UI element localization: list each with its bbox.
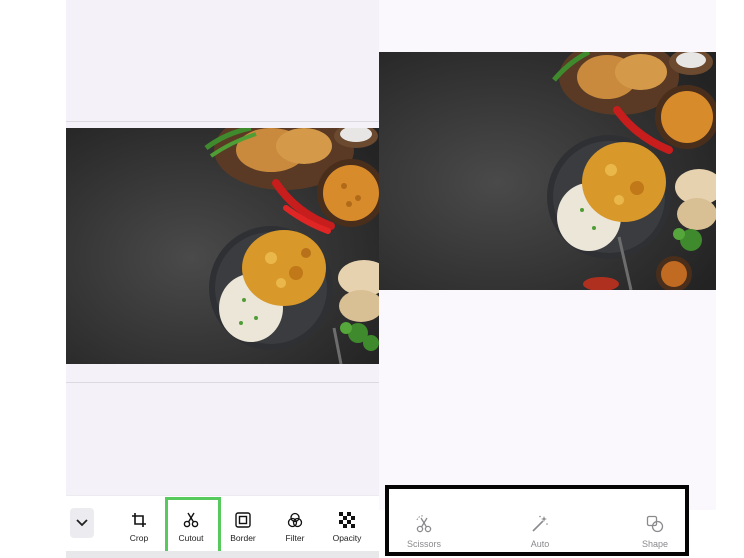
left-editor-screen: Crop Cutout Border Filter Opacity: [66, 0, 379, 553]
canvas-top-area: [66, 0, 379, 121]
shape-icon: [646, 515, 664, 533]
chevron-down-icon: [76, 514, 88, 532]
tool-auto[interactable]: Auto: [500, 489, 580, 552]
opacity-icon: [338, 511, 356, 529]
filter-icon: [286, 511, 304, 529]
tool-shape[interactable]: Shape: [615, 489, 695, 552]
tool-border-label: Border: [230, 533, 256, 543]
tool-auto-label: Auto: [530, 539, 550, 549]
tool-filter-label: Filter: [285, 533, 305, 543]
tool-crop-label: Crop: [129, 533, 149, 543]
border-icon: [234, 511, 252, 529]
collapse-toolbar-button[interactable]: [70, 508, 94, 538]
tool-crop[interactable]: Crop: [113, 496, 165, 551]
tool-opacity-label: Opacity: [332, 533, 362, 543]
tool-border[interactable]: Border: [217, 496, 269, 551]
canvas-divider-top: [66, 121, 379, 122]
canvas-divider-bottom: [66, 382, 379, 383]
food-photo-right[interactable]: [379, 52, 716, 290]
cutout-highlight-box: [165, 497, 221, 554]
tool-shape-label: Shape: [641, 539, 669, 549]
tool-scissors[interactable]: Scissors: [384, 489, 464, 552]
tool-scissors-label: Scissors: [406, 539, 441, 549]
tool-opacity[interactable]: Opacity: [321, 496, 373, 551]
cutout-mode-toolbar: Scissors Auto Shape: [385, 485, 689, 556]
crop-icon: [130, 511, 148, 529]
magic-wand-icon: [531, 515, 549, 533]
scissors-dotted-icon: [415, 515, 433, 533]
app-stage: Crop Cutout Border Filter Opacity Scisso…: [0, 0, 744, 558]
right-cutout-screen: [379, 0, 716, 510]
edit-toolbar: Crop Cutout Border Filter Opacity: [66, 496, 379, 551]
food-photo-left[interactable]: [66, 128, 379, 364]
home-indicator-strip: [66, 551, 379, 558]
tool-filter[interactable]: Filter: [269, 496, 321, 551]
